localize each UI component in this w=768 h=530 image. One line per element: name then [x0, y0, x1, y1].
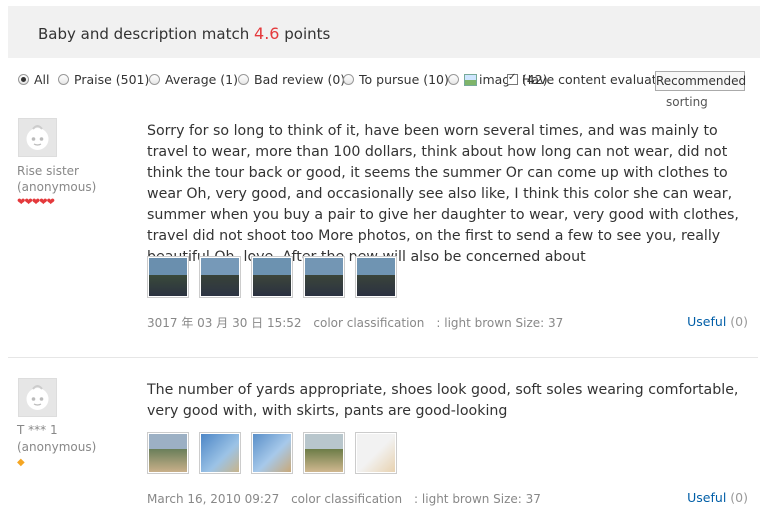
radio-icon[interactable] [238, 74, 249, 85]
recommended-sort-button[interactable]: Recommended [655, 71, 746, 91]
useful-count: (0) [730, 314, 748, 329]
match-label: Baby and description match [38, 25, 250, 43]
review-photo[interactable] [355, 432, 397, 474]
radio-icon[interactable] [448, 74, 459, 85]
avatar[interactable] [18, 118, 57, 157]
reviewer-name: T *** 1 [17, 423, 58, 437]
useful-button[interactable]: Useful (0) [687, 314, 748, 329]
default-avatar-icon [19, 379, 56, 416]
useful-label[interactable]: Useful [687, 490, 726, 505]
radio-icon[interactable] [343, 74, 354, 85]
filter-pursue[interactable]: To pursue (10) [343, 72, 449, 87]
filter-content-eval-label: Have content evaluation [522, 72, 676, 87]
review-meta: March 16, 2010 09:27 color classificatio… [147, 490, 541, 507]
reviewer-name: Rise sister [17, 164, 79, 178]
image-icon [464, 73, 477, 86]
avatar[interactable] [18, 378, 57, 417]
filter-all[interactable]: All [18, 72, 50, 87]
reviewer-level-badge: ❤❤❤❤❤ [17, 197, 55, 208]
reviewer-anonymous: (anonymous) [17, 180, 97, 194]
review-photos [147, 256, 397, 298]
review-attributes: color classification : light brown Size:… [313, 316, 564, 330]
reviewer-level-badge: ◆ [17, 457, 25, 468]
reviewer-anonymous: (anonymous) [17, 440, 97, 454]
filter-all-label: All [34, 72, 50, 87]
radio-icon[interactable] [18, 74, 29, 85]
match-score-text: Baby and description match 4.6 points [38, 24, 330, 43]
review-photos [147, 432, 397, 474]
review-photo[interactable] [147, 256, 189, 298]
radio-icon[interactable] [58, 74, 69, 85]
filter-average[interactable]: Average (1) [149, 72, 238, 87]
filter-praise[interactable]: Praise (501) [58, 72, 149, 87]
checkbox-icon[interactable] [507, 72, 518, 85]
review-photo[interactable] [199, 256, 241, 298]
review-divider [8, 357, 758, 358]
review-photo[interactable] [199, 432, 241, 474]
filter-pursue-label: To pursue (10) [359, 72, 449, 87]
radio-icon[interactable] [149, 74, 160, 85]
review-photo[interactable] [251, 432, 293, 474]
useful-button[interactable]: Useful (0) [687, 490, 748, 505]
match-score: 4.6 [254, 24, 280, 43]
review-photo[interactable] [355, 256, 397, 298]
filter-average-label: Average (1) [165, 72, 239, 87]
review-photo[interactable] [147, 432, 189, 474]
review-photo[interactable] [303, 256, 345, 298]
useful-count: (0) [730, 490, 748, 505]
filter-bad-label: Bad review (0) [254, 72, 346, 87]
review-text: Sorry for so long to think of it, have b… [147, 123, 739, 265]
filter-bad[interactable]: Bad review (0) [238, 72, 345, 87]
review-filter-bar: All Praise (501) Average (1) Bad review … [0, 66, 768, 96]
review-photo[interactable] [303, 432, 345, 474]
sort-label: sorting [666, 95, 708, 109]
match-suffix: points [284, 25, 331, 43]
default-avatar-icon [19, 119, 56, 156]
review-meta: 3017 年 03 月 30 日 15:52 color classificat… [147, 314, 563, 331]
review-photo[interactable] [251, 256, 293, 298]
rating-header: Baby and description match 4.6 points [8, 6, 760, 58]
filter-content-evaluation[interactable]: Have content evaluation [507, 72, 676, 87]
review-date: March 16, 2010 09:27 [147, 492, 280, 506]
review-attributes: color classification : light brown Size:… [291, 492, 541, 506]
review-date: 3017 年 03 月 30 日 15:52 [147, 316, 302, 330]
review-text: The number of yards appropriate, shoes l… [147, 382, 739, 419]
useful-label[interactable]: Useful [687, 314, 726, 329]
filter-praise-label: Praise (501) [74, 72, 150, 87]
